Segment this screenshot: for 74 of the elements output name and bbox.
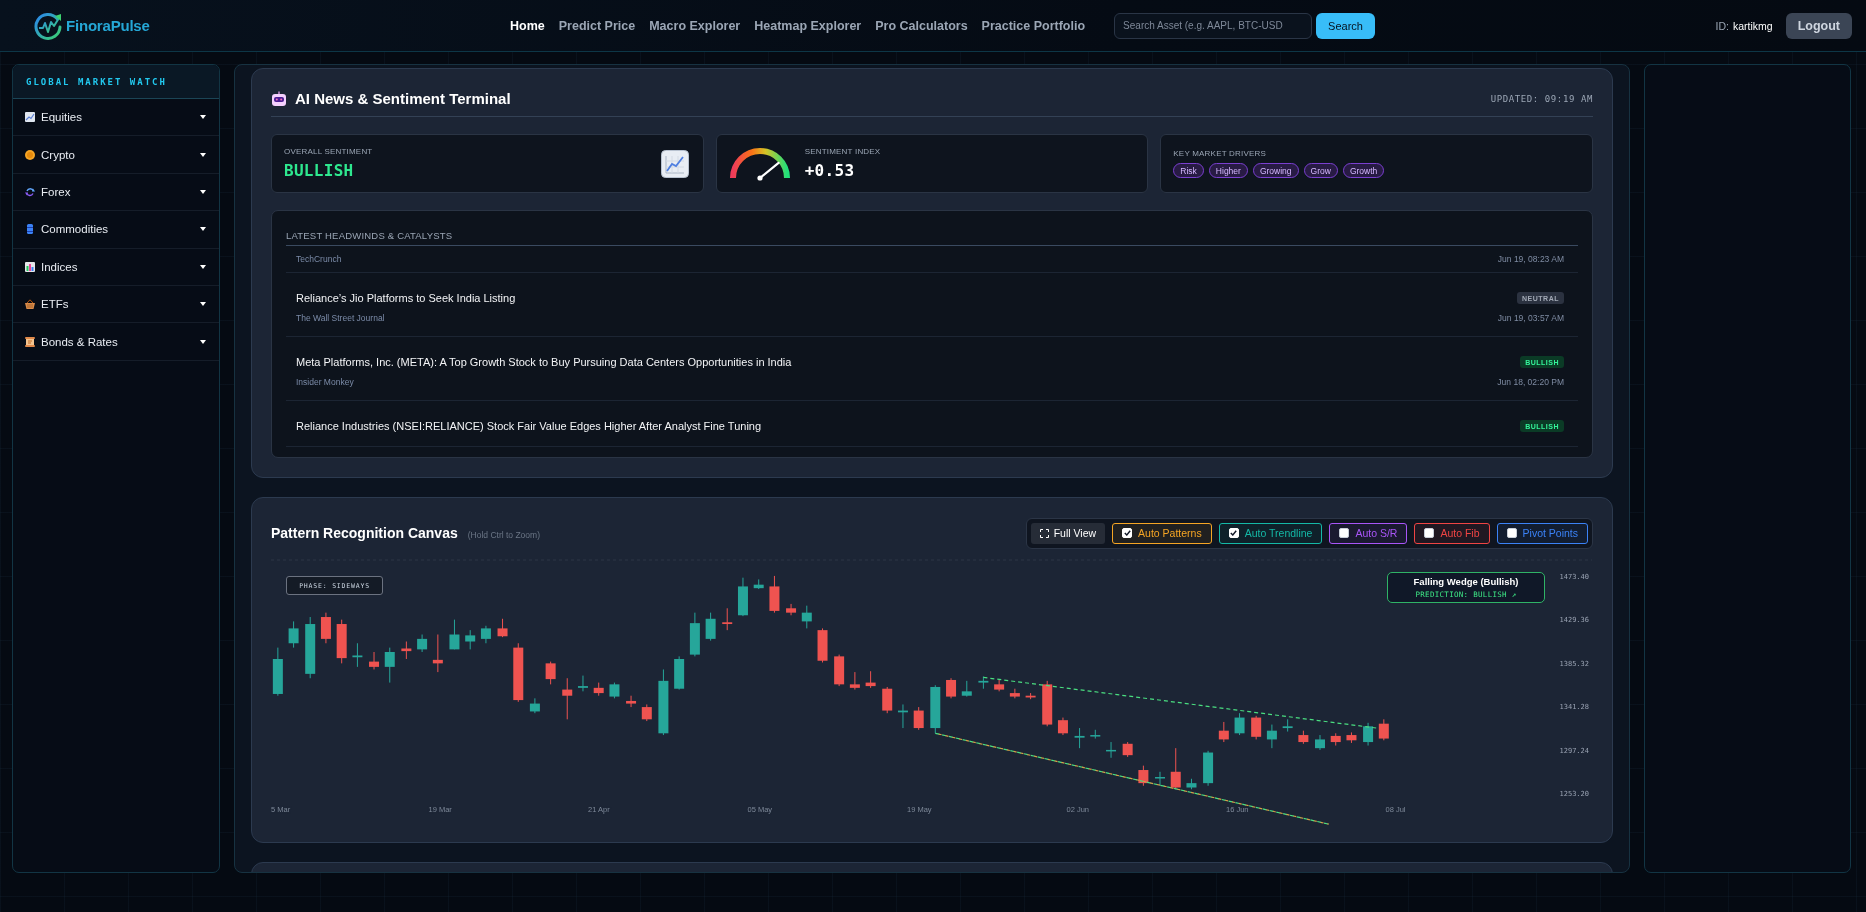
updated-time: UPDATED: 09:19 AM [1490,93,1593,104]
card-label: KEY MARKET DRIVERS [1173,149,1267,158]
coin-icon [25,149,35,160]
caret-down-icon [200,302,206,307]
panel-title: Pattern Recognition Canvas [271,525,458,541]
expand-icon [1039,528,1049,538]
robot-icon [271,90,287,107]
sentiment-value: BULLISH [284,161,355,180]
nav-link[interactable]: Macro Explorer [649,18,741,33]
headline-date: Jun 18, 02:20 PM [1497,376,1564,388]
nav-link[interactable]: Predict Price [558,18,636,33]
logout-button[interactable]: Logout [1785,12,1852,39]
overlay-toggle[interactable]: Auto Trendline [1218,522,1323,544]
section-title: LATEST HEADWINDS & CATALYSTS [286,230,453,241]
headline-title[interactable]: Reliance Industries (NSEI:RELIANCE) Stock Fair Value Edges Higher After Analyst Fine Tuning [296,419,762,434]
market-category-item[interactable]: Indices [13,248,219,286]
user-id: kartikmg [1732,19,1773,32]
barrel-icon [25,224,35,235]
zoom-hint: (Hold Ctrl to Zoom) [467,530,540,540]
headline-date: Jun 19, 03:57 AM [1497,312,1564,324]
headline-source: Insider Monkey [296,376,354,388]
checkbox[interactable] [1424,528,1435,538]
line-chart-icon [660,149,689,178]
search-field[interactable]: Search Asset (e.g. AAPL, BTC-USD [1114,12,1313,39]
tick-icon [1123,530,1131,536]
tick-icon [1230,530,1238,536]
search-button[interactable]: Search [1316,12,1375,39]
bar-chart-icon [25,261,35,272]
checkbox[interactable] [1339,528,1350,538]
headline-source: TechCrunch [296,253,342,265]
caret-down-icon [200,115,206,120]
headline-date: Jun 19, 08:23 AM [1497,253,1564,265]
driver-tag[interactable]: Risk [1173,163,1204,178]
nav-link[interactable]: Pro Calculators [875,18,968,33]
line-chart-icon [25,112,35,123]
market-category-item[interactable]: Crypto [13,136,219,174]
card-label: OVERALL SENTIMENT [284,147,374,156]
full-view-button[interactable]: Full View [1030,522,1106,544]
pattern-name: Falling Wedge (Bullish) [1413,576,1519,587]
caret-down-icon [200,152,206,157]
driver-tag[interactable]: Grow [1303,163,1338,178]
scroll-icon [25,336,35,347]
market-category-item[interactable]: ETFs [13,285,219,324]
card-label: SENTIMENT INDEX [804,147,882,156]
driver-tag[interactable]: Growth [1342,163,1385,178]
caret-down-icon [200,264,206,269]
sidebar-title: GLOBAL MARKET WATCH [26,76,167,87]
overlay-toggle[interactable]: Pivot Points [1496,522,1588,544]
driver-tag[interactable]: Higher [1208,163,1248,178]
nav-link[interactable]: Home [510,18,545,33]
caret-down-icon [200,339,206,344]
caret-down-icon [200,189,206,194]
market-category-item[interactable]: Equities [13,99,219,137]
panel-title: AI News & Sentiment Terminal [295,90,511,107]
checkbox[interactable] [1506,528,1517,538]
nav-link[interactable]: Heatmap Explorer [754,18,862,33]
market-category-item[interactable]: Bonds & Rates [13,323,219,361]
market-category-item[interactable]: Forex [13,173,219,212]
overlay-toggle[interactable]: Auto S/R [1329,522,1408,544]
driver-tag[interactable]: Growing [1252,163,1299,178]
nav-link[interactable]: Practice Portfolio [981,18,1086,33]
overlay-toggle[interactable]: Auto Patterns [1112,522,1212,544]
market-category-item[interactable]: Commodities [13,211,219,249]
headline-source: The Wall Street Journal [296,312,385,324]
pulse-logo-icon [33,10,63,41]
headline-title[interactable]: Reliance’s Jio Platforms to Seek India Listing [296,291,516,306]
headline-title[interactable]: Meta Platforms, Inc. (META): A Top Growth Stock to Buy Pursuing Data Centers Opportunities in India [296,355,792,370]
sentiment-index-value: +0.53 [804,161,856,180]
basket-icon [25,299,35,310]
user-id-label: ID: [1715,19,1729,32]
caret-down-icon [200,227,206,232]
logo-text[interactable]: FinoraPulse [66,17,150,34]
overlay-toggle[interactable]: Auto Fib [1414,522,1490,544]
circular-arrows-icon [25,186,35,197]
